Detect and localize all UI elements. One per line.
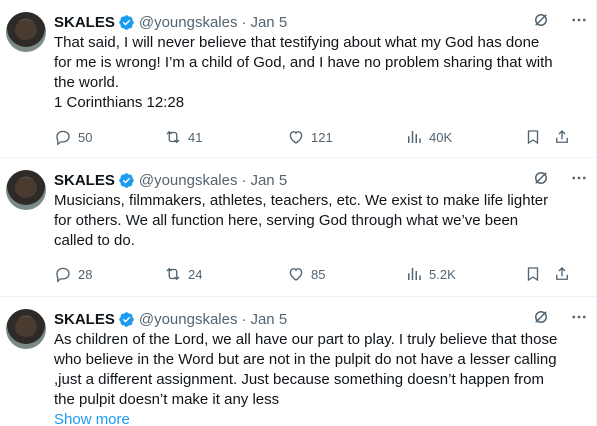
header-actions [532,11,588,29]
bookmark-button[interactable] [524,128,542,146]
tweet-text: That said, I will never believe that tes… [54,34,553,111]
tweet-text: Musicians, filmmakers, athletes, teacher… [54,192,549,249]
tweet-header: SKALES @youngskales · Jan 5 [54,11,588,33]
like-button[interactable]: 85 [287,265,325,283]
repost-button[interactable]: 24 [164,265,202,283]
share-icon [556,267,568,280]
reply-icon [56,267,70,283]
more-icon[interactable] [570,169,588,187]
separator-dot: · [241,13,247,31]
view-count: 40K [429,129,453,145]
tweet-date[interactable]: Jan 5 [250,311,287,328]
header-actions [532,308,588,326]
bookmark-button[interactable] [524,265,542,283]
like-count: 121 [311,129,333,145]
tweet-date[interactable]: Jan 5 [250,14,287,31]
tweet[interactable]: SKALES @youngskales · Jan 5 As children … [0,297,596,426]
header-actions [532,169,588,187]
share-button[interactable] [553,265,571,283]
verified-badge-icon[interactable] [118,14,135,31]
bookmark-icon [527,130,539,145]
like-icon [289,268,303,281]
display-name[interactable]: SKALES [54,311,115,328]
reply-count: 28 [78,266,93,282]
display-name[interactable]: SKALES [54,14,115,31]
grok-icon[interactable] [532,308,550,326]
like-icon [289,131,303,144]
repost-count: 41 [188,129,203,145]
verified-badge-icon[interactable] [118,172,135,189]
tweet[interactable]: SKALES @youngskales · Jan 5 Musicians, f… [0,158,596,297]
views-button[interactable]: 40K [405,128,452,146]
separator-dot: · [241,171,247,189]
more-icon[interactable] [570,11,588,29]
tweet-header: SKALES @youngskales · Jan 5 [54,169,588,191]
tweet-actions: 28 24 85 5.2K [54,264,582,284]
more-icon[interactable] [570,308,588,326]
reply-icon [56,130,70,146]
tweet-text: As children of the Lord, we all have our… [54,331,558,408]
user-handle[interactable]: @youngskales [139,311,238,328]
view-count: 5.2K [429,266,456,282]
tweet-header: SKALES @youngskales · Jan 5 [54,308,588,330]
reply-button[interactable]: 28 [54,265,92,283]
timeline: SKALES @youngskales · Jan 5 That said, I… [0,0,597,426]
views-icon [408,268,421,280]
tweet-date[interactable]: Jan 5 [250,172,287,189]
verified-badge-icon[interactable] [118,311,135,328]
share-button[interactable] [553,128,571,146]
like-count: 85 [311,266,326,282]
repost-icon [166,267,180,281]
grok-icon[interactable] [532,169,550,187]
show-more-link[interactable]: Show more [54,411,130,426]
views-icon [408,131,421,143]
tweet-actions: 50 41 121 40K [54,127,582,147]
repost-count: 24 [188,266,203,282]
share-icon [556,130,568,143]
reply-button[interactable]: 50 [54,128,92,146]
avatar[interactable] [6,170,46,210]
grok-icon[interactable] [532,11,550,29]
bookmark-icon [527,267,539,282]
avatar[interactable] [6,12,46,52]
repost-button[interactable]: 41 [164,128,202,146]
reply-count: 50 [78,129,93,145]
user-handle[interactable]: @youngskales [139,172,238,189]
views-button[interactable]: 5.2K [405,265,456,283]
display-name[interactable]: SKALES [54,172,115,189]
avatar[interactable] [6,309,46,349]
repost-icon [166,130,180,144]
separator-dot: · [241,310,247,328]
tweet[interactable]: SKALES @youngskales · Jan 5 That said, I… [0,0,596,158]
like-button[interactable]: 121 [287,128,333,146]
user-handle[interactable]: @youngskales [139,14,238,31]
